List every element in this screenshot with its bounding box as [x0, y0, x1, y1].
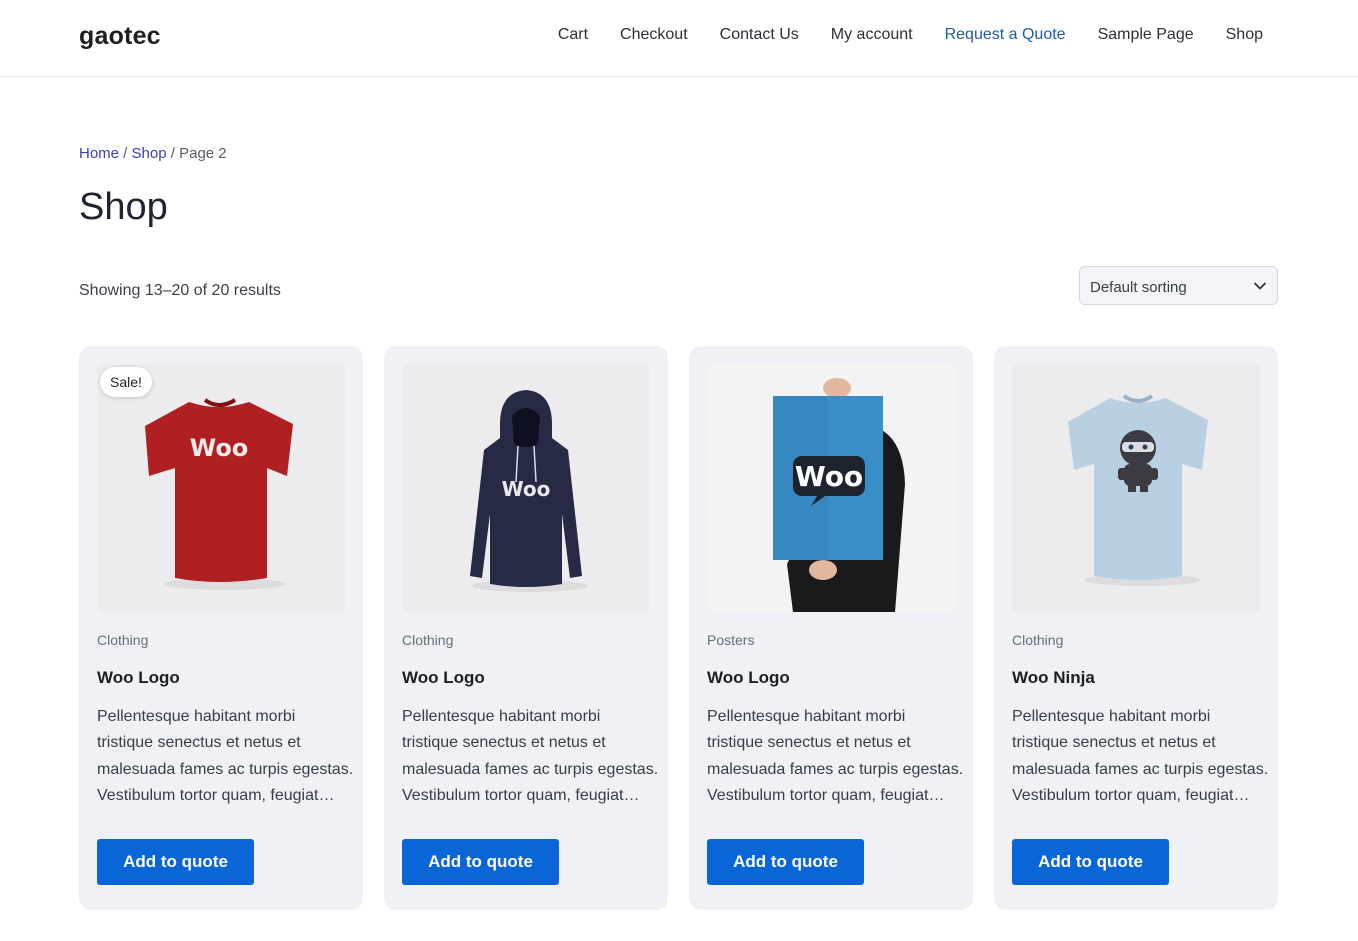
blue-poster-image: Woo: [707, 364, 955, 612]
nav-item-cart[interactable]: Cart: [558, 26, 588, 44]
product-title[interactable]: Woo Logo: [707, 668, 790, 688]
lightblue-tshirt-image: [1012, 364, 1260, 612]
nav-item-request-a-quote[interactable]: Request a Quote: [945, 26, 1066, 44]
nav-item-checkout[interactable]: Checkout: [620, 26, 688, 44]
product-card: Woo Posters Woo Logo Pellentesque habita…: [689, 346, 973, 910]
woo-logo-text: Woo: [502, 477, 551, 501]
breadcrumb-current: Page 2: [179, 145, 227, 162]
product-image[interactable]: Woo: [707, 364, 955, 612]
add-to-quote-button[interactable]: Add to quote: [402, 839, 559, 885]
woo-logo-text: Woo: [795, 460, 863, 493]
product-description: Pellentesque habitant morbi tristique se…: [97, 708, 354, 804]
product-category: Clothing: [97, 632, 149, 648]
breadcrumb: Home / Shop / Page 2: [79, 145, 227, 162]
product-description: Pellentesque habitant morbi tristique se…: [402, 708, 659, 804]
nav-item-contact-us[interactable]: Contact Us: [720, 26, 799, 44]
product-title[interactable]: Woo Logo: [97, 668, 180, 688]
breadcrumb-separator: /: [119, 145, 132, 162]
product-description: Pellentesque habitant morbi tristique se…: [1012, 708, 1269, 804]
red-tshirt-image: Woo: [97, 364, 345, 612]
result-count: Showing 13–20 of 20 results: [79, 282, 281, 299]
product-image[interactable]: Woo: [402, 364, 650, 612]
woo-logo-text: Woo: [190, 434, 249, 462]
product-image[interactable]: [1012, 364, 1260, 612]
site-header: gaotec Cart Checkout Contact Us My accou…: [0, 0, 1358, 77]
sale-badge: Sale!: [100, 367, 152, 397]
product-category: Posters: [707, 632, 755, 648]
product-card: Woo Sale! Clothing Woo Logo Pellentesque…: [79, 346, 363, 910]
add-to-quote-button[interactable]: Add to quote: [97, 839, 254, 885]
product-category: Clothing: [1012, 632, 1064, 648]
product-category: Clothing: [402, 632, 454, 648]
nav-item-my-account[interactable]: My account: [831, 26, 913, 44]
product-image[interactable]: Woo: [97, 364, 345, 612]
site-title[interactable]: gaotec: [79, 22, 161, 51]
product-title[interactable]: Woo Ninja: [1012, 668, 1095, 688]
add-to-quote-button[interactable]: Add to quote: [1012, 839, 1169, 885]
navy-hoodie-image: Woo: [402, 364, 650, 612]
product-title[interactable]: Woo Logo: [402, 668, 485, 688]
breadcrumb-shop[interactable]: Shop: [132, 145, 167, 162]
add-to-quote-button[interactable]: Add to quote: [707, 839, 864, 885]
sorting-selected-value: Default sorting: [1090, 279, 1187, 296]
product-card: Woo Clothing Woo Logo Pellentesque habit…: [384, 346, 668, 910]
product-description: Pellentesque habitant morbi tristique se…: [707, 708, 964, 804]
breadcrumb-home[interactable]: Home: [79, 145, 119, 162]
product-grid: Woo Sale! Clothing Woo Logo Pellentesque…: [79, 346, 1278, 910]
nav-item-sample-page[interactable]: Sample Page: [1098, 26, 1194, 44]
product-card: Clothing Woo Ninja Pellentesque habitant…: [994, 346, 1278, 910]
nav-item-shop[interactable]: Shop: [1226, 26, 1263, 44]
main-nav: Cart Checkout Contact Us My account Requ…: [558, 26, 1263, 44]
sorting-select[interactable]: Default sorting: [1079, 266, 1278, 305]
page-title: Shop: [79, 186, 168, 228]
chevron-down-icon: [1254, 282, 1266, 290]
breadcrumb-separator: /: [166, 145, 180, 162]
